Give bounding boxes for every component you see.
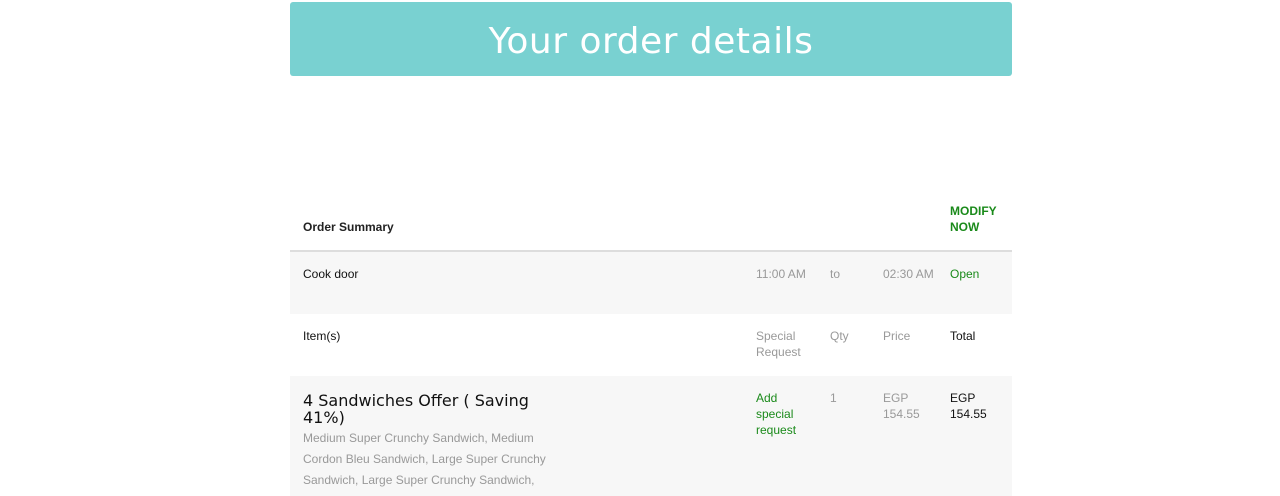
store-name: Cook door <box>303 267 359 281</box>
order-summary-header: Order Summary MODIFY NOW <box>290 76 1012 252</box>
add-special-request-link[interactable]: Add special request <box>756 390 816 438</box>
store-hours-separator: to <box>830 267 841 281</box>
column-header-total: Total <box>950 329 976 343</box>
order-details-container: Your order details Order Summary MODIFY … <box>290 2 1012 496</box>
items-header-row: Item(s) Special Request Qty Price Total <box>290 314 1012 376</box>
item-total: EGP 154.55 <box>950 391 987 421</box>
item-price: EGP 154.55 <box>883 391 920 421</box>
store-status-badge: Open <box>950 267 980 281</box>
store-open-time: 11:00 AM <box>756 267 806 281</box>
column-header-items: Item(s) <box>303 329 341 343</box>
order-summary-title: Order Summary <box>303 220 394 234</box>
store-close-time: 02:30 AM <box>883 267 934 281</box>
order-item-row: 4 Sandwiches Offer ( Saving 41%) Medium … <box>290 376 1012 496</box>
item-name: 4 Sandwiches Offer ( Saving 41%) <box>303 391 529 427</box>
page-title: Your order details <box>488 20 814 62</box>
item-description: Medium Super Crunchy Sandwich, Medium Co… <box>303 431 546 487</box>
column-header-price: Price <box>883 329 911 343</box>
modify-now-link[interactable]: MODIFY NOW <box>950 203 1010 235</box>
item-qty: 1 <box>830 391 837 405</box>
column-header-special-request: Special Request <box>756 329 801 359</box>
store-row: Cook door 11:00 AM to 02:30 AM Open <box>290 252 1012 314</box>
order-details-banner: Your order details <box>290 2 1012 76</box>
column-header-qty: Qty <box>830 329 849 343</box>
